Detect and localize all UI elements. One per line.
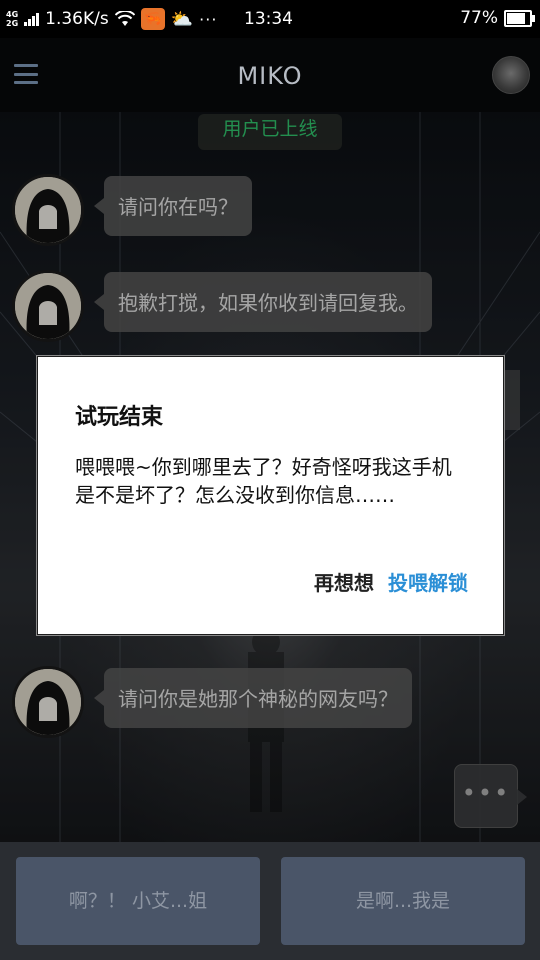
more-notifications-icon: ··· (199, 9, 218, 29)
dialog-actions: 再想想 投喂解锁 (314, 567, 468, 596)
app-header: MIKO (0, 38, 540, 112)
unlock-button[interactable]: 投喂解锁 (388, 567, 468, 596)
trial-ended-dialog: 试玩结束 喂喂喂~你到哪里去了？好奇怪呀我这手机是不是坏了？怎么没收到你信息……… (37, 356, 504, 635)
page-title: MIKO (237, 62, 303, 90)
network-type: 4G 2G (6, 10, 19, 28)
wifi-icon (114, 11, 135, 26)
think-again-button[interactable]: 再想想 (314, 567, 374, 596)
reply-choice-button[interactable]: 啊？！ 小艾...姐 (16, 857, 260, 945)
network-speed: 1.36K/s (45, 9, 109, 29)
status-right: 77% (460, 8, 535, 28)
status-bar: 4G 2G 1.36K/s 🦐 ⛅ ··· 13:34 77% (0, 0, 540, 38)
app-notification-icon: 🦐 (140, 8, 165, 30)
battery-icon (504, 9, 535, 27)
signal-icon (24, 12, 40, 26)
battery-percent: 77% (460, 8, 498, 28)
weather-icon: ⛅ (170, 8, 194, 30)
dialog-title: 试玩结束 (75, 405, 164, 430)
reply-choice-button[interactable]: 是啊...我是 (281, 857, 525, 945)
contact-avatar[interactable] (492, 56, 530, 94)
reply-choices: 啊？！ 小艾...姐 是啊...我是 (0, 842, 540, 960)
clock: 13:34 (244, 9, 293, 29)
status-left: 4G 2G 1.36K/s 🦐 ⛅ ··· (0, 8, 217, 30)
dialog-message: 喂喂喂~你到哪里去了？好奇怪呀我这手机是不是坏了？怎么没收到你信息…… (75, 455, 452, 507)
